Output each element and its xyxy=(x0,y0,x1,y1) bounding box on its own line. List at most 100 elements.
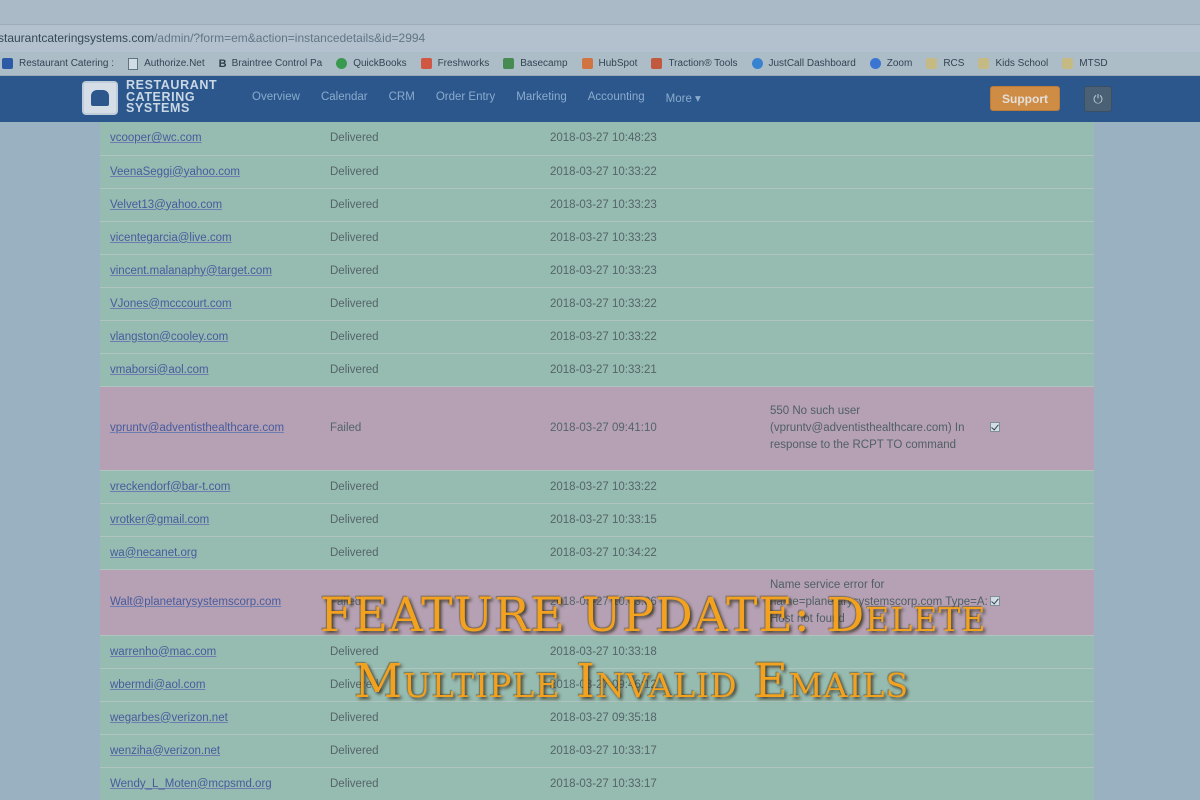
address-url[interactable]: staurantcateringsystems.com/admin/?form=… xyxy=(0,31,425,45)
select-cell xyxy=(990,287,1094,320)
delivery-status: Failed xyxy=(330,422,362,434)
menu-crm[interactable]: CRM xyxy=(389,91,415,105)
error-message xyxy=(770,503,990,536)
email-link[interactable]: VeenaSeggi@yahoo.com xyxy=(100,155,330,188)
select-cell xyxy=(990,734,1094,767)
error-message xyxy=(770,536,990,569)
bookmark-label: MTSD xyxy=(1079,58,1108,69)
delivery-status: Delivered xyxy=(330,198,379,211)
menu-calendar[interactable]: Calendar xyxy=(321,91,368,105)
folder-icon xyxy=(926,58,938,69)
bookmark-label: Restaurant Catering : xyxy=(19,58,115,69)
email-link[interactable]: vrotker@gmail.com xyxy=(100,503,330,536)
bookmark-label: Basecamp xyxy=(520,58,568,69)
bookmark-label: HubSpot xyxy=(598,58,638,69)
table-row: vlangston@cooley.com Delivered 2018-03-27 … xyxy=(100,320,1094,353)
delivery-status: Delivered xyxy=(330,165,379,178)
bookmark-0[interactable]: Restaurant Catering : xyxy=(2,58,114,69)
menu-marketing[interactable]: Marketing xyxy=(516,91,567,105)
email-link[interactable]: wa@necanet.org xyxy=(100,536,330,569)
table-row: Wendy_L_Moten@mcpsmd.org Delivered 2018-03… xyxy=(100,767,1094,800)
table-row: wenziha@verizon.net Delivered 2018-03-27 1… xyxy=(100,734,1094,767)
table-row: vincent.malanaphy@target.com Delivered 201… xyxy=(100,254,1094,287)
error-message xyxy=(770,287,990,320)
bookmark-1[interactable]: Authorize.Net xyxy=(128,57,205,70)
menu-order-entry[interactable]: Order Entry xyxy=(436,91,495,105)
basecamp-icon xyxy=(503,58,515,69)
app-logo[interactable]: RESTAURANT CATERING SYSTEMS xyxy=(82,78,242,118)
folder-icon xyxy=(1062,58,1074,69)
table-row: vpruntv@adventisthealthcare.com Failed 201… xyxy=(100,386,1094,470)
bookmark-6[interactable]: HubSpot xyxy=(581,58,638,69)
menu-more[interactable]: More ▾ xyxy=(666,91,701,105)
email-link[interactable]: Velvet13@yahoo.com xyxy=(100,188,330,221)
select-cell xyxy=(990,254,1094,287)
error-message xyxy=(770,188,990,221)
menu-overview[interactable]: Overview xyxy=(252,91,300,105)
email-link[interactable]: vlangston@cooley.com xyxy=(100,320,330,353)
select-cell xyxy=(990,320,1094,353)
bookmark-7[interactable]: Traction® Tools xyxy=(651,58,738,69)
error-message xyxy=(770,221,990,254)
email-link[interactable]: Wendy_L_Moten@mcpsmd.org xyxy=(100,767,330,800)
bookmark-4[interactable]: Freshworks xyxy=(420,58,489,69)
page-icon xyxy=(128,57,139,70)
address-bar[interactable]: staurantcateringsystems.com/admin/?form=… xyxy=(0,25,1200,53)
rcs-bookmark-icon xyxy=(2,58,13,69)
select-cell xyxy=(990,188,1094,221)
bookmark-5[interactable]: Basecamp xyxy=(503,58,568,69)
email-link[interactable]: vreckendorf@bar-t.com xyxy=(100,470,330,503)
menu-accounting[interactable]: Accounting xyxy=(588,91,645,105)
delivery-status: Delivered xyxy=(330,546,379,559)
email-link[interactable]: wenziha@verizon.net xyxy=(100,734,330,767)
email-link[interactable]: vpruntv@adventisthealthcare.com xyxy=(100,386,330,470)
bookmark-8[interactable]: JustCall Dashboard xyxy=(751,58,856,69)
bookmark-12[interactable]: MTSD xyxy=(1062,58,1108,69)
delivery-status: Delivered xyxy=(330,297,379,310)
folder-icon xyxy=(978,58,990,69)
bookmark-10[interactable]: RCS xyxy=(926,58,964,69)
select-cell xyxy=(990,503,1094,536)
table-row: vicentegarcia@live.com Delivered 2018-03-2… xyxy=(100,221,1094,254)
email-link[interactable]: vcooper@wc.com xyxy=(100,122,330,155)
sent-timestamp: 2018-03-27 10:33:21 xyxy=(550,363,657,376)
email-link[interactable]: wbermdi@aol.com xyxy=(100,668,330,701)
sent-timestamp: 2018-03-27 10:33:22 xyxy=(550,480,657,493)
power-icon[interactable]: ⏻ xyxy=(1084,86,1112,112)
support-button[interactable]: Support xyxy=(990,86,1060,111)
sent-timestamp: 2018-03-27 10:33:15 xyxy=(550,513,657,526)
error-message xyxy=(770,767,990,800)
bookmark-9[interactable]: Zoom xyxy=(869,58,912,69)
bookmark-label: Braintree Control Pa xyxy=(231,58,323,69)
email-link[interactable]: Walt@planetarysystemscorp.com xyxy=(100,569,330,635)
email-link[interactable]: warrenho@mac.com xyxy=(100,635,330,668)
bookmark-11[interactable]: Kids School xyxy=(978,58,1048,69)
delivery-status: Delivered xyxy=(330,513,379,526)
caption-line-1: FEATURE UPDATE: Delete xyxy=(320,588,987,643)
sent-timestamp: 2018-03-27 10:33:22 xyxy=(550,297,657,310)
bookmark-label: RCS xyxy=(943,58,965,69)
bookmark-label: QuickBooks xyxy=(353,58,407,69)
sent-timestamp: 2018-03-27 10:34:22 xyxy=(550,546,657,559)
error-message xyxy=(770,353,990,386)
error-message xyxy=(770,254,990,287)
select-cell xyxy=(990,353,1094,386)
email-link[interactable]: vmaborsi@aol.com xyxy=(100,353,330,386)
delete-checkbox[interactable] xyxy=(990,421,1000,432)
email-link[interactable]: vicentegarcia@live.com xyxy=(100,221,330,254)
select-cell xyxy=(990,122,1094,155)
feature-update-caption: FEATURE UPDATE: Delete Multiple Invalid … xyxy=(320,588,1120,710)
hubspot-icon xyxy=(581,58,593,69)
email-link[interactable]: VJones@mcccourt.com xyxy=(100,287,330,320)
select-cell xyxy=(990,767,1094,800)
sent-timestamp: 2018-03-27 10:33:22 xyxy=(550,165,657,178)
bookmark-3[interactable]: QuickBooks xyxy=(336,58,407,69)
select-cell xyxy=(990,470,1094,503)
logo-text: RESTAURANT CATERING SYSTEMS xyxy=(126,78,218,115)
email-link[interactable]: vincent.malanaphy@target.com xyxy=(100,254,330,287)
bookmark-label: Traction® Tools xyxy=(668,58,738,69)
bookmark-2[interactable]: B Braintree Control Pa xyxy=(219,58,323,70)
bookmark-label: Kids School xyxy=(995,58,1049,69)
email-link[interactable]: wegarbes@verizon.net xyxy=(100,701,330,734)
delivery-status: Delivered xyxy=(330,231,379,244)
